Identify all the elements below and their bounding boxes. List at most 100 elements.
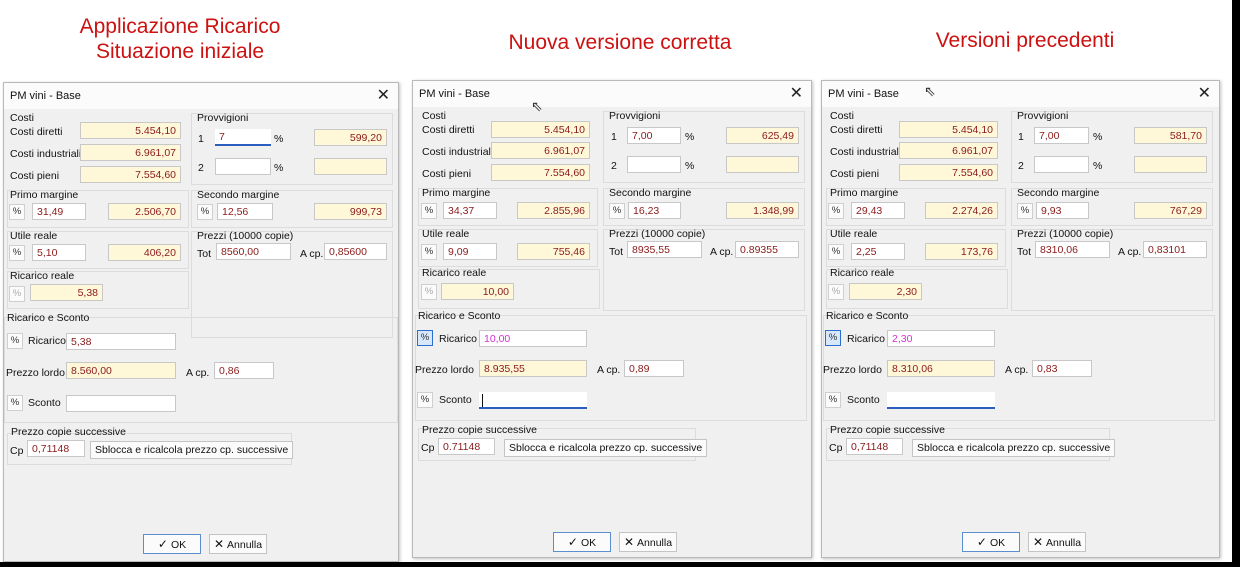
sconto-field[interactable]: [887, 392, 995, 409]
cancel-button[interactable]: ✕ Annulla: [1028, 532, 1086, 552]
dialog-new: PM vini - Base ✕ ⇖ Costi Costi diretti 5…: [412, 80, 812, 558]
secondo-margine-pct-field[interactable]: 9,93: [1036, 202, 1089, 219]
utile-reale-pct-field[interactable]: 9,09: [443, 243, 497, 260]
costi-diretti-field[interactable]: 5.454,10: [491, 121, 590, 138]
utile-reale-value-field[interactable]: 173,76: [925, 243, 998, 260]
tot-field[interactable]: 8935,55: [627, 241, 702, 258]
ok-button[interactable]: ✓ OK: [553, 532, 611, 552]
prov2-pct-field[interactable]: [627, 156, 681, 173]
prov1-pct-field[interactable]: 7,00: [1034, 127, 1089, 144]
secondo-margine-pct-field[interactable]: 16,23: [628, 202, 681, 219]
utile-reale-percent-button[interactable]: %: [421, 244, 437, 260]
close-icon[interactable]: ✕: [790, 83, 803, 103]
ok-button[interactable]: ✓ OK: [962, 532, 1020, 552]
primo-margine-pct-field[interactable]: 29,43: [851, 202, 905, 219]
utile-reale-pct-field[interactable]: 2,25: [851, 243, 905, 260]
ricarico-reale-field[interactable]: 2,30: [849, 283, 922, 300]
prov1-value-field[interactable]: 581,70: [1134, 127, 1207, 144]
prezzo-lordo-field[interactable]: 8.560,00: [66, 362, 176, 379]
utile-reale-percent-button[interactable]: %: [828, 244, 844, 260]
ricarico-field[interactable]: 10,00: [479, 330, 587, 347]
prezzo-lordo-field[interactable]: 8.935,55: [479, 360, 587, 377]
sblocca-button[interactable]: Sblocca e ricalcola prezzo cp. successiv…: [90, 441, 294, 459]
secondo-margine-percent-button[interactable]: %: [609, 203, 625, 219]
costi-diretti-field[interactable]: 5.454,10: [80, 122, 181, 139]
prov1-value-field[interactable]: 625,49: [726, 127, 799, 144]
costi-diretti-label: Costi diretti: [422, 124, 475, 136]
costi-pieni-field[interactable]: 7.554,60: [80, 166, 181, 183]
sconto-field[interactable]: [479, 392, 587, 409]
primo-margine-percent-button[interactable]: %: [828, 203, 844, 219]
costi-diretti-field[interactable]: 5.454,10: [899, 121, 998, 138]
ricarico-percent-button[interactable]: %: [7, 333, 23, 349]
a-cp2-field[interactable]: 0,86: [214, 362, 274, 379]
a-cp2-field[interactable]: 0,83: [1032, 360, 1092, 377]
secondo-margine-percent-button[interactable]: %: [1017, 203, 1033, 219]
cp-label: Cp: [421, 442, 435, 454]
secondo-margine-value-field[interactable]: 999,73: [314, 203, 387, 220]
secondo-margine-label: Secondo margine: [197, 189, 280, 201]
ricarico-percent-button[interactable]: %: [417, 330, 433, 346]
tot-field[interactable]: 8310,06: [1035, 241, 1110, 258]
ricarico-reale-percent-button[interactable]: %: [421, 284, 437, 300]
close-icon[interactable]: ✕: [1198, 83, 1211, 103]
a-cp-field[interactable]: 0,85600: [324, 243, 387, 260]
ok-button[interactable]: ✓ OK: [143, 534, 201, 554]
tot-field[interactable]: 8560,00: [216, 243, 291, 260]
secondo-margine-value-field[interactable]: 1.348,99: [726, 202, 799, 219]
prov1-pct-field[interactable]: 7: [215, 129, 271, 146]
utile-reale-value-field[interactable]: 406,20: [108, 244, 181, 261]
sconto-field[interactable]: [66, 395, 176, 412]
utile-reale-value-field[interactable]: 755,46: [517, 243, 590, 260]
costi-industriali-field[interactable]: 6.961,07: [491, 142, 590, 159]
primo-margine-pct-field[interactable]: 34,37: [443, 202, 497, 219]
costi-pieni-field[interactable]: 7.554,60: [899, 164, 998, 181]
sblocca-button[interactable]: Sblocca e ricalcola prezzo cp. successiv…: [504, 439, 708, 457]
ricarico-percent-button[interactable]: %: [825, 330, 841, 346]
prov1-value-field[interactable]: 599,20: [314, 129, 387, 146]
primo-margine-percent-button[interactable]: %: [9, 204, 25, 220]
prov1-pct-field[interactable]: 7,00: [627, 127, 681, 144]
ricarico-reale-field[interactable]: 10,00: [441, 283, 514, 300]
prov2-value-field[interactable]: [726, 156, 799, 173]
costi-pieni-field[interactable]: 7.554,60: [491, 164, 590, 181]
primo-margine-value-field[interactable]: 2.855,96: [517, 202, 590, 219]
prov2-pct-field[interactable]: [1034, 156, 1089, 173]
window-title: PM vini - Base: [828, 88, 899, 100]
ricarico-field[interactable]: 2,30: [887, 330, 995, 347]
cp-field[interactable]: 0,71148: [27, 440, 85, 457]
a-cp-field[interactable]: 0.89355: [735, 241, 799, 258]
primo-margine-value-field[interactable]: 2.506,70: [108, 203, 181, 220]
cancel-button[interactable]: ✕ Annulla: [619, 532, 677, 552]
prezzo-lordo-field[interactable]: 8.310,06: [887, 360, 995, 377]
a-cp-label: A cp.: [300, 248, 324, 260]
primo-margine-pct-field[interactable]: 31,49: [32, 203, 86, 220]
primo-margine-value-field[interactable]: 2.274,26: [925, 202, 998, 219]
heading-new: Nuova versione corretta: [470, 30, 770, 55]
sconto-percent-button[interactable]: %: [417, 392, 433, 408]
prov2-pct-field[interactable]: [215, 158, 271, 175]
secondo-margine-percent-button[interactable]: %: [197, 204, 213, 220]
cancel-button[interactable]: ✕ Annulla: [209, 534, 267, 554]
secondo-margine-pct-field[interactable]: 12,56: [217, 203, 273, 220]
cp-field[interactable]: 0.71148: [438, 438, 495, 455]
ricarico-reale-field[interactable]: 5,38: [30, 284, 103, 301]
sblocca-button[interactable]: Sblocca e ricalcola prezzo cp. successiv…: [912, 439, 1116, 457]
a-cp-field[interactable]: 0,83101: [1143, 241, 1207, 258]
secondo-margine-value-field[interactable]: 767,29: [1134, 202, 1207, 219]
a-cp2-field[interactable]: 0,89: [624, 360, 684, 377]
primo-margine-percent-button[interactable]: %: [421, 203, 437, 219]
ricarico-reale-percent-button[interactable]: %: [828, 284, 844, 300]
costi-industriali-field[interactable]: 6.961,07: [899, 142, 998, 159]
prov2-value-field[interactable]: [1134, 156, 1207, 173]
sconto-percent-button[interactable]: %: [7, 395, 23, 411]
utile-reale-pct-field[interactable]: 5,10: [32, 244, 86, 261]
sconto-percent-button[interactable]: %: [825, 392, 841, 408]
prov2-value-field[interactable]: [314, 158, 387, 175]
ricarico-field[interactable]: 5,38: [66, 333, 176, 350]
close-icon[interactable]: ✕: [377, 85, 390, 105]
utile-reale-percent-button[interactable]: %: [9, 245, 25, 261]
costi-industriali-field[interactable]: 6.961,07: [80, 144, 181, 161]
ricarico-reale-percent-button[interactable]: %: [9, 286, 25, 302]
cp-field[interactable]: 0,71148: [846, 438, 903, 455]
